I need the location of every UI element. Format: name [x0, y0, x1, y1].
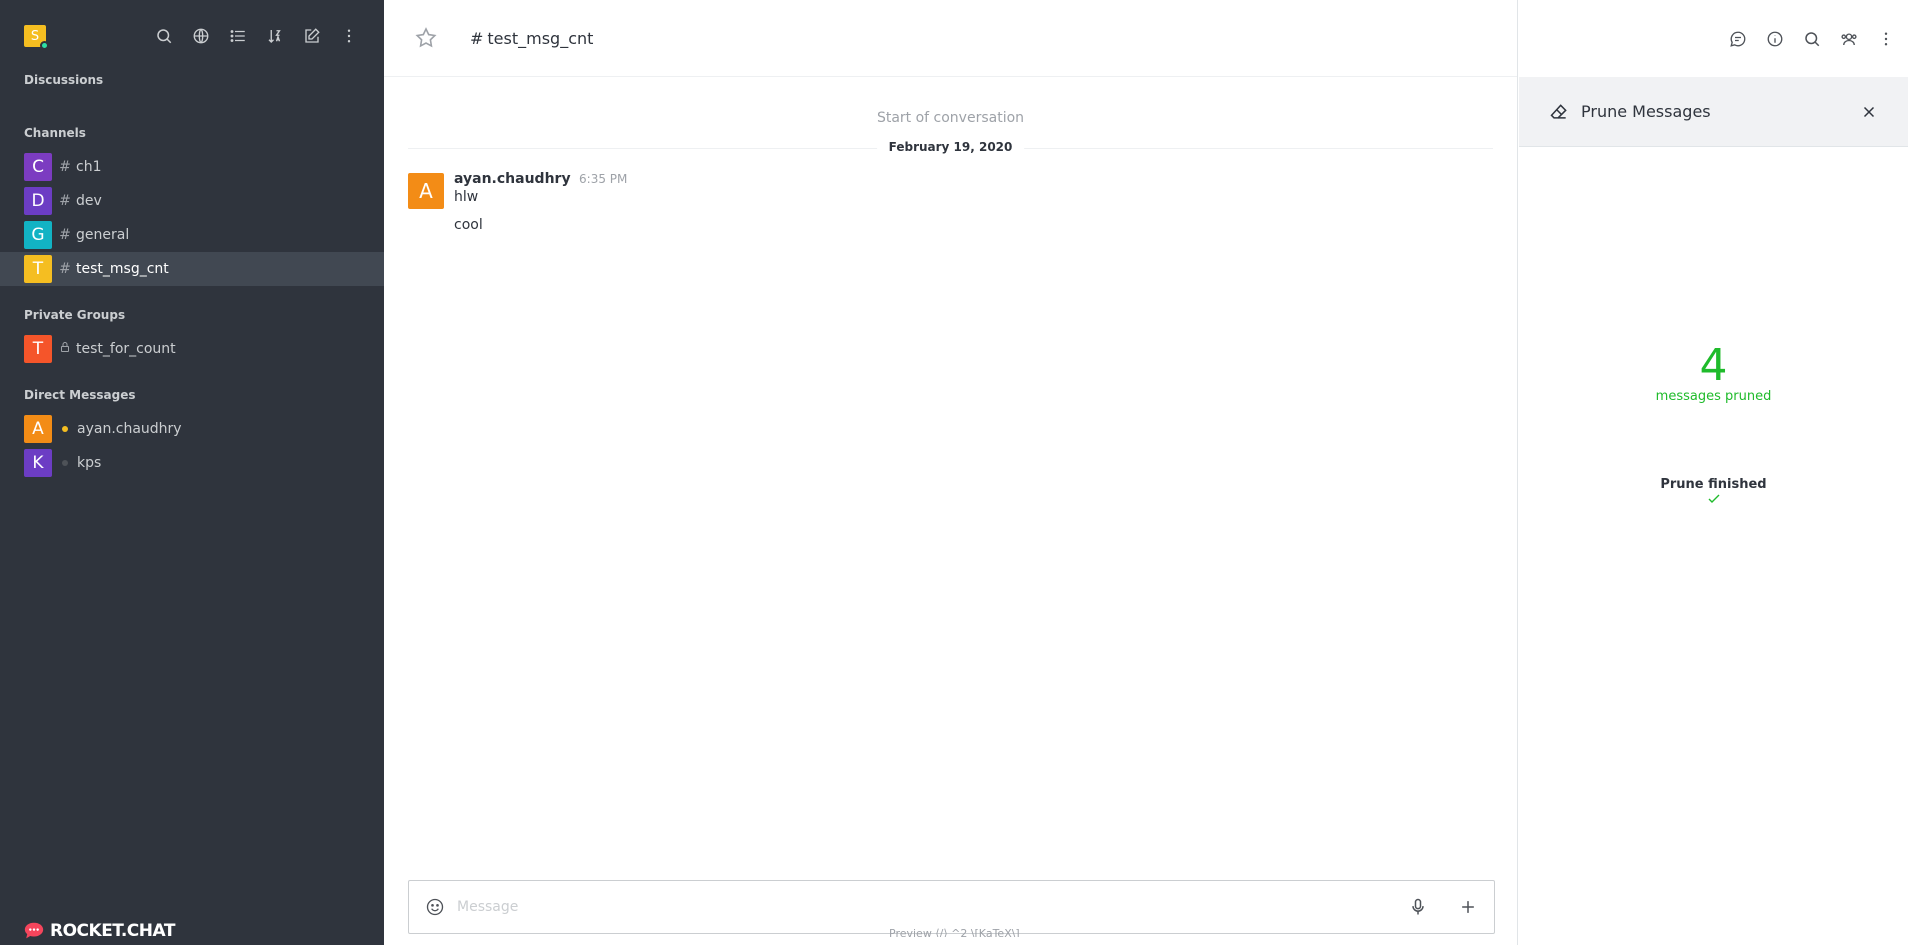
section-title-channels: Channels [24, 126, 86, 140]
prune-finished-label: Prune finished [1660, 477, 1767, 492]
sort-icon[interactable] [263, 25, 286, 48]
start-of-conversation: Start of conversation [876, 110, 1025, 126]
plus-icon[interactable] [1456, 895, 1480, 919]
private-groups-section: Private Groups T test_for_count [0, 308, 384, 366]
discussion-icon[interactable] [1727, 28, 1749, 50]
room-header: # test_msg_cnt [384, 0, 1888, 77]
sidebar-header: S [0, 0, 384, 72]
online-status-indicator [40, 41, 49, 50]
offline-status-icon [62, 460, 68, 466]
date-divider: February 19, 2020 [408, 139, 1493, 159]
search-messages-icon[interactable] [1801, 28, 1823, 50]
emoji-icon[interactable] [423, 895, 447, 919]
pruned-summary: 4 messages pruned [1519, 340, 1908, 405]
message[interactable]: A ayan.chaudhry 6:35 PM hlw cool [408, 171, 1493, 233]
view-mode-list-icon[interactable] [226, 25, 249, 48]
directory-globe-icon[interactable] [189, 25, 212, 48]
close-icon[interactable] [1860, 103, 1878, 121]
user-avatar: K [24, 449, 52, 477]
message-timestamp: 6:35 PM [579, 172, 628, 186]
user-avatar[interactable]: S [24, 25, 49, 50]
sidebar-item-ayan-chaudhry[interactable]: A ayan.chaudhry [0, 412, 384, 446]
channels-section: Channels C # ch1 D # dev G # general T #… [0, 126, 384, 286]
panel-header: Prune Messages [1519, 77, 1908, 147]
sidebar-item-label: ayan.chaudhry [77, 421, 182, 437]
date-label: February 19, 2020 [876, 140, 1025, 154]
sidebar: S Discussions Channels C # ch1 D # dev G… [0, 0, 384, 945]
channel-avatar: G [24, 221, 52, 249]
sidebar-actions [152, 25, 360, 48]
section-title-private-groups: Private Groups [24, 308, 126, 322]
check-icon [1708, 494, 1719, 503]
sidebar-item-kps[interactable]: K kps [0, 446, 384, 480]
room-title: # test_msg_cnt [470, 29, 593, 48]
direct-messages-section: Direct Messages A ayan.chaudhry K kps [0, 388, 384, 480]
message-composer: Preview ⟨/⟩ ^2 \[KaTeX\] [408, 880, 1495, 937]
kebab-menu-icon[interactable] [337, 25, 360, 48]
microphone-icon[interactable] [1406, 895, 1430, 919]
search-icon[interactable] [152, 25, 175, 48]
sidebar-item-label: test_msg_cnt [76, 261, 169, 277]
room-info-icon[interactable] [1764, 28, 1786, 50]
message-meta: ayan.chaudhry 6:35 PM [454, 171, 1493, 187]
room-header-actions [1727, 28, 1897, 50]
group-avatar: T [24, 335, 52, 363]
message-body: cool [454, 217, 483, 233]
hash-icon: # [59, 227, 71, 243]
away-status-icon [62, 426, 68, 432]
panel-title: Prune Messages [1581, 102, 1711, 121]
sidebar-item-general[interactable]: G # general [0, 218, 384, 252]
kebab-menu-icon[interactable] [1875, 28, 1897, 50]
section-discussions[interactable]: Discussions [0, 72, 384, 92]
channel-avatar: D [24, 187, 52, 215]
prune-finished: Prune finished [1519, 477, 1908, 504]
composer-actions [1406, 895, 1480, 919]
channel-avatar: C [24, 153, 52, 181]
hash-icon: # [59, 159, 71, 175]
sidebar-item-label: ch1 [76, 159, 102, 175]
prune-messages-panel: Prune Messages 4 messages pruned Prune f… [1519, 77, 1908, 945]
message-input[interactable] [457, 899, 1396, 915]
channel-avatar: T [24, 255, 52, 283]
rocketchat-logo: ROCKET.CHAT [22, 917, 175, 945]
sidebar-item-test-for-count[interactable]: T test_for_count [0, 332, 384, 366]
rocketchat-logo-text: ROCKET.CHAT [50, 921, 175, 941]
pruned-count-label: messages pruned [1655, 389, 1772, 404]
hash-icon: # [470, 28, 484, 48]
room-title-label: test_msg_cnt [487, 28, 594, 48]
members-icon[interactable] [1838, 28, 1860, 50]
create-new-icon[interactable] [300, 25, 323, 48]
hash-icon: # [59, 193, 71, 209]
rocketchat-logo-icon [24, 922, 44, 939]
message-username[interactable]: ayan.chaudhry [454, 171, 571, 187]
sidebar-item-label: dev [76, 193, 102, 209]
user-avatar: A [24, 415, 52, 443]
sidebar-item-ch1[interactable]: C # ch1 [0, 150, 384, 184]
sidebar-item-dev[interactable]: D # dev [0, 184, 384, 218]
pruned-count: 4 [1699, 340, 1728, 391]
section-title-direct-messages: Direct Messages [24, 388, 136, 402]
favorite-star-icon[interactable] [414, 26, 438, 50]
user-avatar-initial: S [30, 28, 40, 44]
eraser-icon [1549, 102, 1569, 122]
sidebar-item-label: kps [77, 455, 102, 471]
sidebar-item-label: test_for_count [76, 341, 176, 357]
formatting-hint: Preview ⟨/⟩ ^2 \[KaTeX\] [889, 927, 1020, 937]
sidebar-item-test-msg-cnt[interactable]: T # test_msg_cnt [0, 252, 384, 286]
lock-icon [58, 341, 72, 357]
message-list: Start of conversation February 19, 2020 … [408, 77, 1493, 233]
sidebar-item-label: general [76, 227, 130, 243]
message-avatar[interactable]: A [408, 173, 444, 209]
hash-icon: # [59, 261, 71, 277]
main-room: # test_msg_cnt Start of conversation Feb… [384, 0, 1888, 945]
message-body: hlw [454, 189, 479, 205]
